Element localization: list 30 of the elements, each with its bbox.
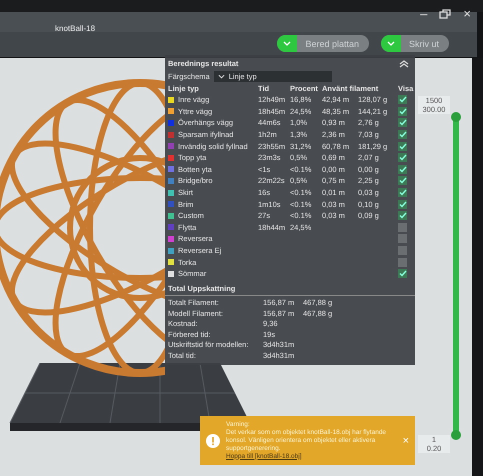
visibility-checkbox[interactable] [398, 211, 407, 220]
visibility-checkbox[interactable] [398, 176, 407, 186]
visibility-checkbox[interactable] [398, 118, 407, 128]
toolbar-button[interactable]: Skriv ut [380, 35, 449, 52]
visibility-checkbox[interactable] [398, 246, 407, 256]
visibility-checkbox[interactable] [398, 130, 407, 140]
chevron-icon [218, 74, 225, 79]
visibility-checkbox[interactable] [398, 153, 407, 162]
visibility-checkbox[interactable] [398, 222, 407, 232]
warning-icon [206, 434, 220, 448]
visibility-checkbox[interactable] [398, 142, 407, 151]
visibility-checkbox[interactable] [398, 234, 407, 244]
visibility-checkbox[interactable] [398, 188, 407, 198]
visibility-checkbox[interactable] [398, 106, 407, 116]
minimize-button[interactable]: – [420, 7, 428, 21]
visibility-checkbox[interactable] [398, 164, 407, 174]
visibility-checkbox[interactable] [398, 258, 407, 267]
window-title: knotBall-18 [55, 24, 96, 33]
visibility-checkbox[interactable] [398, 95, 407, 104]
chevron-icon [386, 41, 395, 46]
chevron-icon [283, 41, 292, 46]
layer-slider-track[interactable] [453, 115, 459, 437]
slider-handle[interactable] [451, 430, 461, 440]
toolbar-button[interactable]: Bered plattan [277, 35, 369, 52]
close-button[interactable]: × [463, 7, 471, 21]
visibility-checkbox[interactable] [398, 269, 407, 278]
visibility-checkbox[interactable] [398, 200, 407, 209]
restore-icon[interactable] [439, 9, 452, 19]
collapse-icon[interactable] [399, 60, 409, 68]
slider-handle[interactable] [451, 112, 461, 122]
